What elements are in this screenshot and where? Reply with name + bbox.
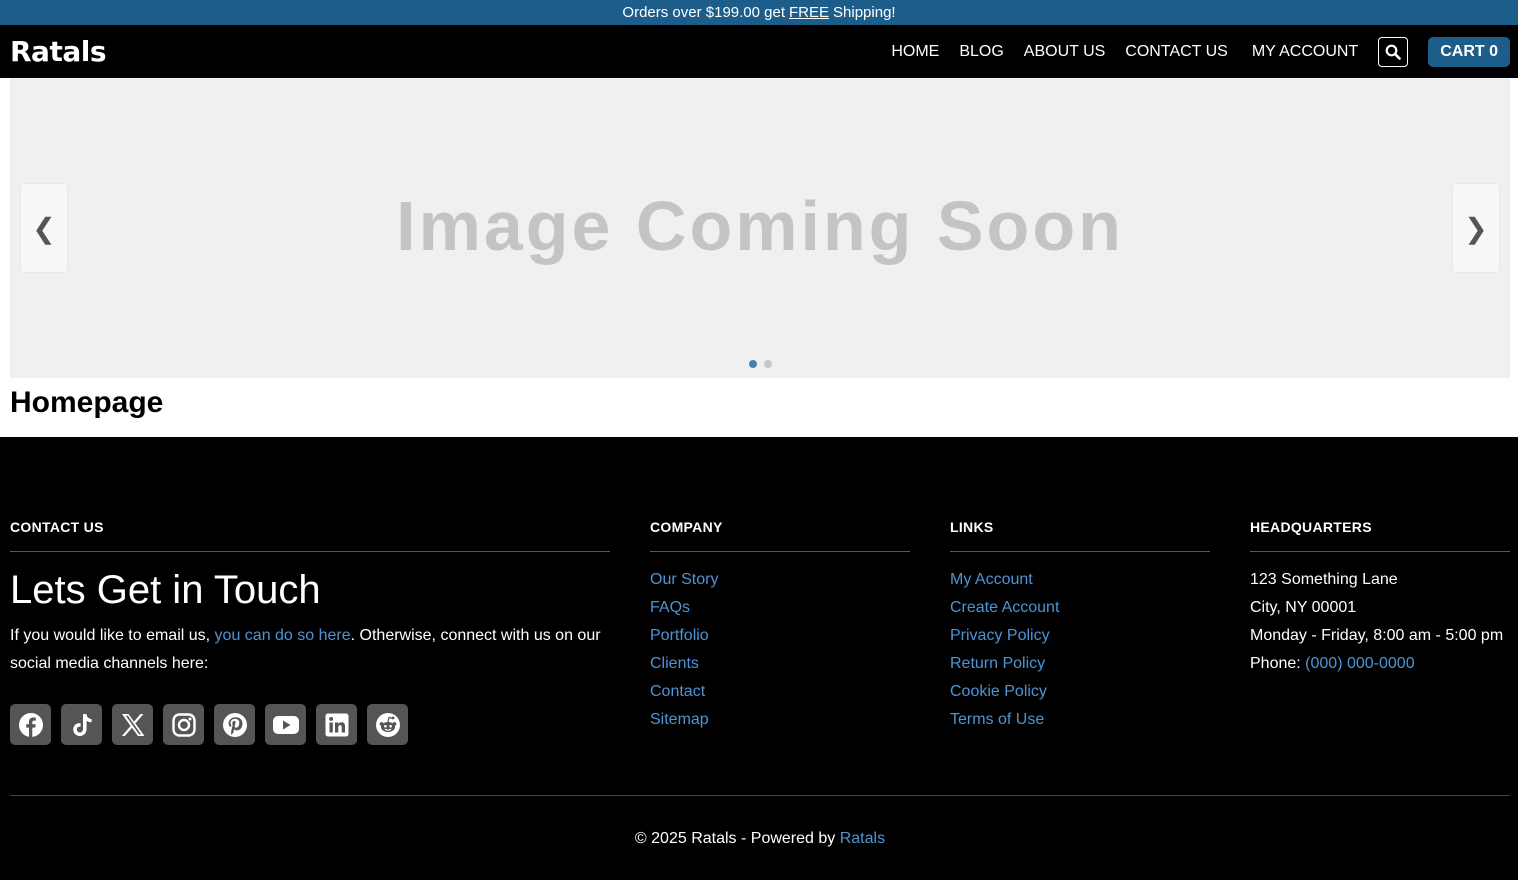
slider-next-button[interactable]: ❯ — [1452, 183, 1500, 273]
hq-hours: Monday - Friday, 8:00 am - 5:00 pm — [1250, 627, 1504, 644]
reddit-icon — [375, 712, 400, 737]
x-icon — [121, 713, 144, 736]
link-sitemap[interactable]: Sitemap — [650, 711, 709, 728]
contact-text: If you would like to email us, you can d… — [10, 622, 610, 678]
copyright: © 2025 Ratals - Powered by Ratals — [10, 796, 1510, 848]
footer-heading: COMPANY — [650, 519, 910, 552]
link-faqs[interactable]: FAQs — [650, 599, 690, 616]
youtube-link[interactable] — [265, 704, 306, 745]
hq-phone-label: Phone: — [1250, 655, 1301, 672]
footer-contact-column: CONTACT US Lets Get in Touch If you woul… — [10, 519, 610, 745]
pinterest-icon — [222, 712, 247, 737]
link-return-policy[interactable]: Return Policy — [950, 655, 1045, 672]
link-cookie-policy[interactable]: Cookie Policy — [950, 683, 1047, 700]
chevron-left-icon: ❮ — [32, 212, 56, 244]
hq-phone-link[interactable]: (000) 000-0000 — [1305, 655, 1414, 672]
nav-home[interactable]: HOME — [891, 43, 939, 61]
slide-placeholder-text: Image Coming Soon — [396, 187, 1124, 265]
main-content: Image Coming Soon ❮ ❯ Homepage — [0, 78, 1518, 437]
nav-contact-us[interactable]: CONTACT US — [1125, 43, 1228, 61]
x-link[interactable] — [112, 704, 153, 745]
link-portfolio[interactable]: Portfolio — [650, 627, 709, 644]
link-clients[interactable]: Clients — [650, 655, 699, 672]
announcement-prefix: Orders over $199.00 get — [622, 4, 786, 21]
free-shipping-link[interactable]: FREE — [789, 4, 829, 21]
link-privacy-policy[interactable]: Privacy Policy — [950, 627, 1050, 644]
contact-text-before: If you would like to email us, — [10, 627, 211, 644]
hq-address-line1: 123 Something Lane — [1250, 571, 1398, 588]
announcement-suffix: Shipping! — [833, 4, 896, 21]
links-link-list: My Account Create Account Privacy Policy… — [950, 566, 1210, 734]
email-link[interactable]: you can do so here — [215, 627, 351, 644]
chevron-right-icon: ❯ — [1464, 212, 1488, 244]
contact-title: Lets Get in Touch — [10, 568, 321, 612]
copyright-text: © 2025 Ratals - Powered by — [634, 830, 836, 847]
footer-heading: LINKS — [950, 519, 1210, 552]
link-terms-of-use[interactable]: Terms of Use — [950, 711, 1044, 728]
nav-my-account[interactable]: MY ACCOUNT — [1252, 43, 1358, 61]
slider-prev-button[interactable]: ❮ — [20, 183, 68, 273]
company-link-list: Our Story FAQs Portfolio Clients Contact… — [650, 566, 910, 734]
link-our-story[interactable]: Our Story — [650, 571, 718, 588]
search-button[interactable] — [1378, 36, 1409, 67]
facebook-icon — [18, 712, 43, 737]
footer-heading: HEADQUARTERS — [1250, 519, 1510, 552]
link-create-account[interactable]: Create Account — [950, 599, 1059, 616]
site-logo[interactable]: Ratals — [10, 35, 107, 68]
hero-slider: Image Coming Soon ❮ ❯ — [10, 78, 1510, 378]
nav-about-us[interactable]: ABOUT US — [1024, 43, 1106, 61]
hq-address-line2: City, NY 00001 — [1250, 599, 1357, 616]
footer-company-column: COMPANY Our Story FAQs Portfolio Clients… — [650, 519, 910, 745]
slider-dot[interactable] — [763, 360, 772, 368]
page-title: Homepage — [10, 386, 164, 419]
search-icon — [1385, 44, 1402, 60]
instagram-icon — [171, 712, 196, 737]
footer-hq-column: HEADQUARTERS 123 Something Lane City, NY… — [1250, 519, 1510, 745]
slider-dot[interactable] — [748, 360, 757, 368]
tiktok-link[interactable] — [61, 704, 102, 745]
site-footer: CONTACT US Lets Get in Touch If you woul… — [0, 437, 1518, 848]
hq-phone-row: Phone: (000) 000-0000 — [1250, 650, 1510, 678]
link-contact[interactable]: Contact — [650, 683, 705, 700]
instagram-link[interactable] — [163, 704, 204, 745]
announcement-bar: Orders over $199.00 get FREE Shipping! — [0, 0, 1518, 25]
nav-blog[interactable]: BLOG — [959, 43, 1003, 61]
reddit-link[interactable] — [367, 704, 408, 745]
main-nav: HOME BLOG ABOUT US CONTACT US MY ACCOUNT… — [871, 36, 1510, 67]
slider-dots — [10, 360, 1510, 368]
cart-button[interactable]: CART 0 — [1428, 36, 1510, 67]
link-my-account[interactable]: My Account — [950, 571, 1033, 588]
footer-links-column: LINKS My Account Create Account Privacy … — [950, 519, 1210, 745]
site-header: Ratals HOME BLOG ABOUT US CONTACT US MY … — [0, 25, 1518, 78]
youtube-icon — [272, 715, 299, 734]
linkedin-link[interactable] — [316, 704, 357, 745]
tiktok-icon — [72, 713, 91, 736]
linkedin-icon — [325, 713, 348, 736]
pinterest-link[interactable] — [214, 704, 255, 745]
facebook-link[interactable] — [10, 704, 51, 745]
copyright-link[interactable]: Ratals — [840, 830, 885, 847]
footer-heading: CONTACT US — [10, 519, 610, 552]
social-icons — [10, 704, 610, 745]
